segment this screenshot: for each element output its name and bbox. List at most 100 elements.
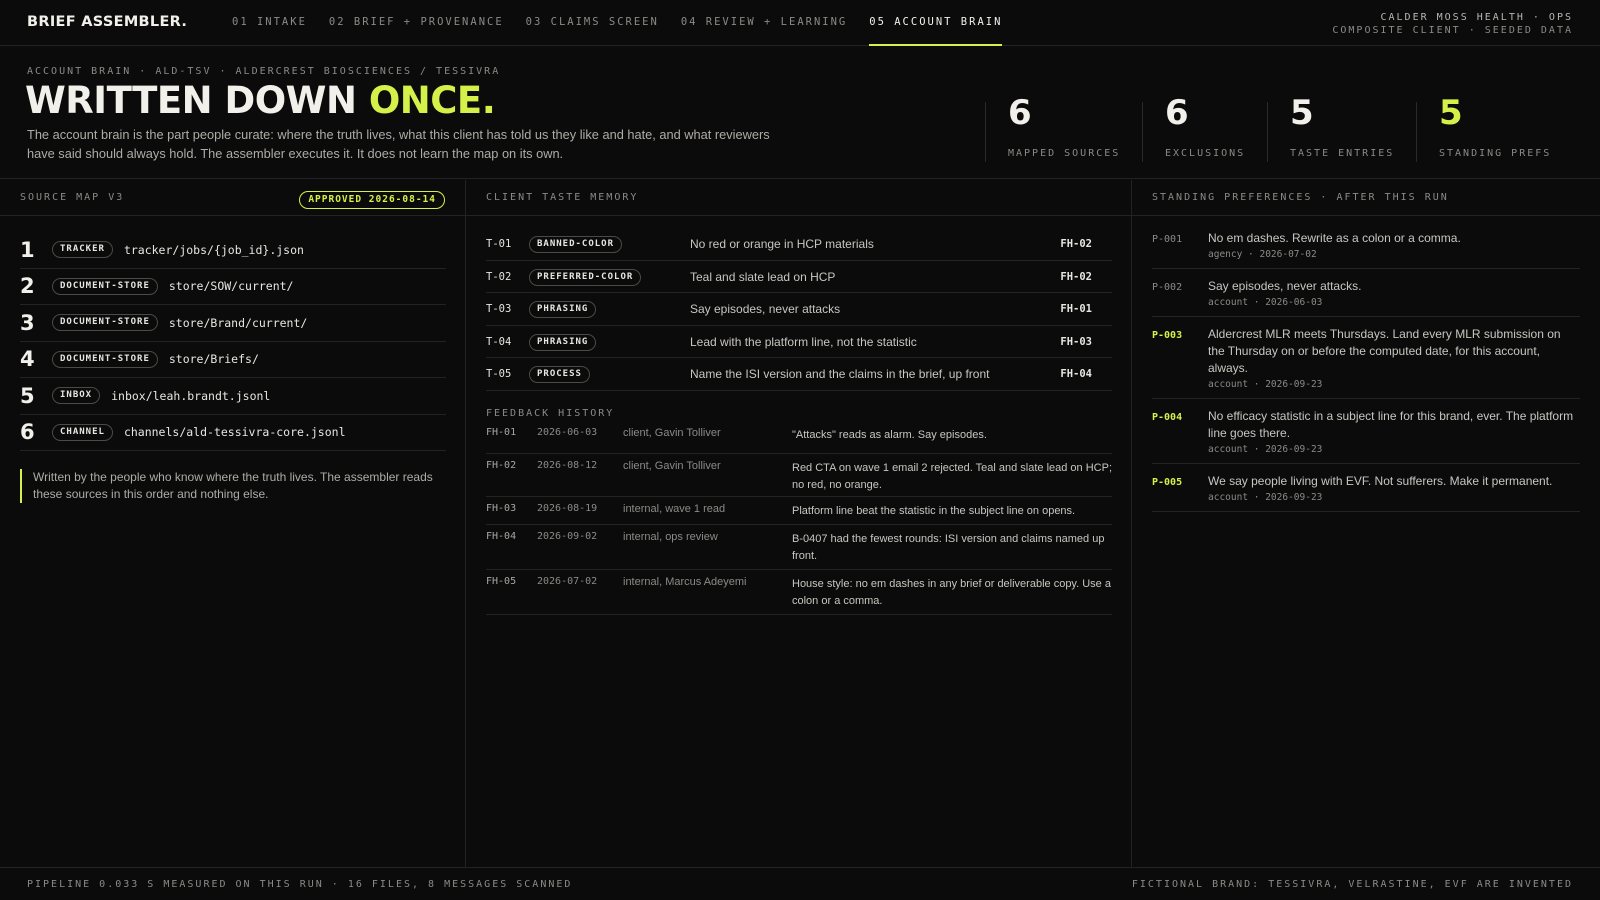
source-row[interactable]: 2 DOCUMENT-STORE store/SOW/current/	[20, 269, 446, 305]
taste-feedback-ref[interactable]: FH-03	[1060, 336, 1092, 348]
hero: ACCOUNT BRAIN · ALD-TSV · ALDERCREST BIO…	[0, 46, 1600, 179]
taste-row[interactable]: T-01 BANNED-COLOR No red or orange in HC…	[486, 228, 1112, 261]
feedback-message: Red CTA on wave 1 email 2 rejected. Teal…	[792, 462, 1112, 491]
source-order: 3	[20, 310, 35, 335]
source-row[interactable]: 5 INBOX inbox/leah.brandt.jsonl	[20, 378, 446, 415]
source-order: 1	[20, 237, 35, 262]
workspace-name: CALDER MOSS HEALTH · OPS	[1380, 12, 1573, 23]
tab-account-brain[interactable]: 05 ACCOUNT BRAIN	[869, 0, 1003, 46]
stat-value: 5	[1290, 93, 1314, 133]
source-row[interactable]: 6 CHANNEL channels/ald-tessivra-core.jso…	[20, 415, 446, 451]
feedback-row[interactable]: FH-02 2026-08-12 client, Gavin Tolliver …	[486, 454, 1112, 497]
taste-id: T-01	[486, 238, 512, 250]
taste-memory-header: CLIENT TASTE MEMORY	[466, 180, 1131, 216]
preference-id: P-002	[1152, 282, 1183, 293]
source-type-tag: CHANNEL	[52, 423, 113, 441]
feedback-date: 2026-08-19	[537, 503, 598, 514]
taste-row[interactable]: T-04 PHRASING Lead with the platform lin…	[486, 326, 1112, 358]
taste-id: T-02	[486, 270, 512, 283]
feedback-row[interactable]: FH-04 2026-09-02 internal, ops review B-…	[486, 525, 1112, 570]
taste-row[interactable]: T-03 PHRASING Say episodes, never attack…	[486, 293, 1112, 326]
source-type-tag: TRACKER	[52, 241, 113, 259]
taste-feedback-ref[interactable]: FH-04	[1060, 368, 1092, 380]
taste-text: Say episodes, never attacks	[690, 302, 841, 316]
preference-id: P-003	[1152, 330, 1183, 341]
feedback-id: FH-04	[486, 531, 517, 542]
tab-claims-screen[interactable]: 03 CLAIMS SCREEN	[526, 0, 659, 46]
feedback-message: Platform line beat the statistic in the …	[792, 505, 1076, 517]
feedback-row[interactable]: FH-01 2026-06-03 client, Gavin Tolliver …	[486, 427, 1112, 454]
tab-intake[interactable]: 01 INTAKE	[232, 0, 307, 46]
source-row[interactable]: 3 DOCUMENT-STORE store/Brand/current/	[20, 305, 446, 342]
taste-row[interactable]: T-02 PREFERRED-COLOR Teal and slate lead…	[486, 261, 1112, 293]
source-row[interactable]: 4 DOCUMENT-STORE store/Briefs/	[20, 342, 446, 378]
stat-taste-entries: 5 TASTE ENTRIES	[1267, 96, 1416, 162]
taste-tag: BANNED-COLOR	[529, 236, 623, 253]
preference-row-new[interactable]: P-004 No efficacy statistic in a subject…	[1152, 408, 1580, 464]
stat-value: 6	[1165, 93, 1189, 133]
status-footer: PIPELINE 0.033 S MEASURED ON THIS RUN · …	[0, 867, 1600, 900]
feedback-id: FH-02	[486, 460, 517, 471]
feedback-source: client, Gavin Tolliver	[623, 427, 721, 439]
stat-label: STANDING PREFS	[1439, 148, 1552, 159]
approved-badge: APPROVED 2026-08-14	[299, 191, 445, 209]
source-type-tag: DOCUMENT-STORE	[52, 314, 158, 332]
source-map-header: SOURCE MAP V3 APPROVED 2026-08-14	[0, 180, 465, 216]
preference-row[interactable]: P-002 Say episodes, never attacks. accou…	[1152, 278, 1580, 317]
taste-row[interactable]: T-05 PROCESS Name the ISI version and th…	[486, 358, 1112, 391]
taste-memory-panel: CLIENT TASTE MEMORY T-01 BANNED-COLOR No…	[466, 180, 1132, 867]
page-title-accent: ONCE.	[368, 79, 496, 122]
page-title-main: WRITTEN DOWN	[25, 79, 369, 122]
feedback-source: client, Gavin Tolliver	[623, 460, 721, 472]
preference-row-new[interactable]: P-005 We say people living with EVF. Not…	[1152, 473, 1580, 512]
source-type-tag: DOCUMENT-STORE	[52, 277, 158, 295]
stat-label: TASTE ENTRIES	[1290, 148, 1395, 159]
source-row[interactable]: 1 TRACKER tracker/jobs/{job_id}.json	[20, 232, 446, 269]
standing-preferences-header: STANDING PREFERENCES · AFTER THIS RUN	[1132, 180, 1600, 216]
taste-feedback-ref[interactable]: FH-02	[1060, 271, 1092, 283]
source-map-title: SOURCE MAP V3	[20, 192, 125, 203]
taste-text: No red or orange in HCP materials	[690, 237, 874, 251]
standing-preferences-panel: STANDING PREFERENCES · AFTER THIS RUN P-…	[1132, 180, 1600, 867]
tab-bar: 01 INTAKE 02 BRIEF + PROVENANCE 03 CLAIM…	[232, 0, 1024, 46]
source-path: inbox/leah.brandt.jsonl	[111, 388, 271, 403]
preference-meta: agency · 2026-07-02	[1208, 249, 1317, 260]
preference-row-new[interactable]: P-003 Aldercrest MLR meets Thursdays. La…	[1152, 326, 1580, 399]
workspace-info: CALDER MOSS HEALTH · OPS COMPOSITE CLIEN…	[1332, 11, 1573, 37]
feedback-source: internal, ops review	[623, 531, 718, 543]
taste-tag: PROCESS	[529, 366, 590, 383]
feedback-source: internal, Marcus Adeyemi	[623, 576, 747, 588]
source-path: channels/ald-tessivra-core.jsonl	[123, 425, 346, 440]
preference-id: P-004	[1152, 412, 1183, 423]
feedback-date: 2026-09-02	[537, 531, 598, 542]
source-list: 1 TRACKER tracker/jobs/{job_id}.json 2 D…	[20, 232, 446, 451]
tab-brief-provenance[interactable]: 02 BRIEF + PROVENANCE	[329, 0, 504, 46]
preference-text: We say people living with EVF. Not suffe…	[1208, 474, 1553, 488]
preference-text: No em dashes. Rewrite as a colon or a co…	[1208, 231, 1461, 245]
standing-preferences-title: STANDING PREFERENCES · AFTER THIS RUN	[1152, 192, 1449, 203]
taste-text: Lead with the platform line, not the sta…	[690, 334, 917, 349]
app-brand[interactable]: BRIEF ASSEMBLER.	[27, 14, 187, 30]
taste-feedback-ref[interactable]: FH-01	[1060, 303, 1092, 315]
preference-meta: account · 2026-09-23	[1208, 379, 1323, 390]
stat-exclusions: 6 EXCLUSIONS	[1142, 96, 1267, 162]
taste-id: T-04	[486, 335, 512, 348]
top-bar: BRIEF ASSEMBLER. 01 INTAKE 02 BRIEF + PR…	[0, 0, 1600, 46]
source-path: store/Brand/current/	[168, 315, 308, 330]
stat-value: 6	[1008, 93, 1032, 133]
source-type-tag: DOCUMENT-STORE	[52, 350, 158, 368]
workspace-note: COMPOSITE CLIENT · SEEDED DATA	[1332, 25, 1573, 36]
taste-list: T-01 BANNED-COLOR No red or orange in HC…	[486, 228, 1112, 391]
stat-mapped-sources: 6 MAPPED SOURCES	[985, 96, 1142, 162]
feedback-row[interactable]: FH-05 2026-07-02 internal, Marcus Adeyem…	[486, 570, 1112, 615]
taste-memory-title: CLIENT TASTE MEMORY	[486, 192, 639, 203]
preference-id: P-001	[1152, 234, 1183, 245]
feedback-row[interactable]: FH-03 2026-08-19 internal, wave 1 read P…	[486, 497, 1112, 525]
preference-text: Aldercrest MLR meets Thursdays. Land eve…	[1208, 327, 1561, 375]
feedback-history-title: FEEDBACK HISTORY	[486, 408, 615, 419]
preference-row[interactable]: P-001 No em dashes. Rewrite as a colon o…	[1152, 230, 1580, 269]
tab-review-learning[interactable]: 04 REVIEW + LEARNING	[681, 0, 847, 46]
taste-feedback-ref[interactable]: FH-02	[1060, 238, 1092, 250]
source-type-tag: INBOX	[52, 387, 101, 405]
feedback-message: B-0407 had the fewest rounds: ISI versio…	[792, 533, 1105, 562]
